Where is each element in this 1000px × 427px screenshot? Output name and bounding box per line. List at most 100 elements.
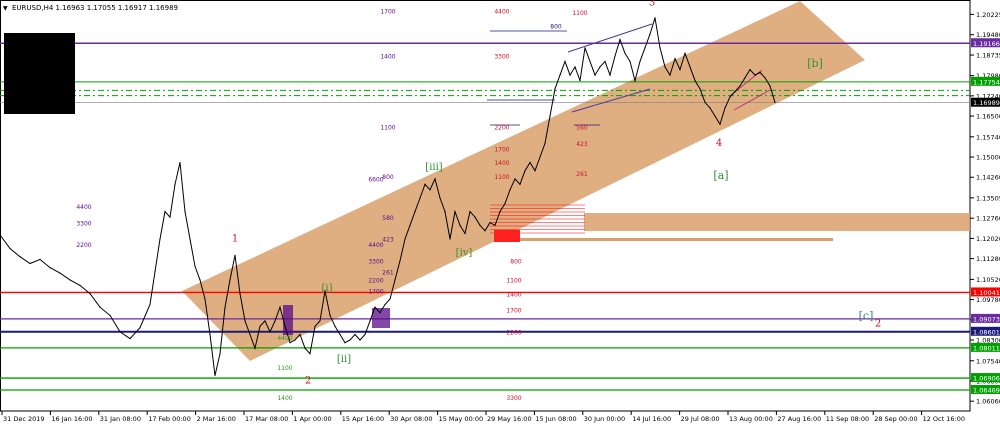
y-tick-label: 1.19480 bbox=[976, 31, 1000, 39]
price-point bbox=[764, 77, 766, 79]
price-point bbox=[314, 325, 316, 327]
fib-label: 1700 bbox=[494, 147, 509, 154]
x-tick-label: 12 Oct 16:00 bbox=[923, 415, 965, 423]
y-tick-label: 1.07540 bbox=[976, 357, 1000, 365]
y-tick-label: 1.10520 bbox=[976, 276, 1000, 284]
price-point bbox=[129, 338, 131, 340]
price-point bbox=[289, 342, 291, 344]
fib-label: 3300 bbox=[506, 395, 521, 402]
wave-label: [ii] bbox=[337, 354, 351, 365]
wave-label: 4 bbox=[716, 138, 722, 149]
black-box bbox=[4, 33, 75, 114]
x-tick-label: 30 Jun 00:00 bbox=[584, 415, 625, 423]
price-point bbox=[409, 224, 411, 226]
price-point bbox=[654, 17, 656, 19]
wave-label: [iii] bbox=[425, 162, 442, 173]
price-point bbox=[544, 142, 546, 144]
x-tick-label: 29 May 16:00 bbox=[487, 415, 532, 423]
y-tick-label: 1.12760 bbox=[976, 215, 1000, 223]
x-tick-label: 11 Sep 08:00 bbox=[826, 415, 869, 423]
price-point bbox=[474, 216, 476, 218]
y-tick-label: 1.15000 bbox=[976, 154, 1000, 162]
price-label: 1.19166 bbox=[973, 40, 1000, 48]
wave-label: 2 bbox=[305, 376, 311, 387]
fib-label: 2200 bbox=[76, 242, 91, 249]
price-point bbox=[209, 333, 211, 336]
price-point bbox=[239, 293, 241, 295]
price-point bbox=[79, 284, 81, 286]
fib-label: 800 bbox=[550, 24, 562, 31]
price-point bbox=[714, 115, 716, 117]
y-tick-label: 1.11280 bbox=[976, 255, 1000, 263]
fib-label: 2200 bbox=[506, 330, 521, 337]
fib-label: 1400 bbox=[506, 291, 521, 298]
price-point bbox=[534, 170, 536, 172]
fib-label: 4400 bbox=[76, 204, 91, 211]
price-point bbox=[559, 74, 561, 76]
price-point bbox=[464, 232, 466, 235]
price-point bbox=[109, 314, 111, 316]
wave-label: 2 bbox=[875, 318, 881, 329]
y-tick-label: 1.09780 bbox=[976, 296, 1000, 304]
price-chart[interactable]: 1700140011008004400 110080033005602200423… bbox=[0, 0, 1000, 427]
price-point bbox=[224, 306, 226, 308]
price-label: 1.10041 bbox=[973, 289, 1000, 297]
fib-label: 1100 bbox=[572, 10, 587, 17]
price-point bbox=[354, 333, 356, 336]
price-point bbox=[344, 342, 346, 344]
price-point bbox=[574, 66, 576, 68]
fib-label: 1700 bbox=[506, 308, 521, 315]
price-point bbox=[419, 197, 421, 199]
price-point bbox=[259, 325, 261, 327]
price-point bbox=[504, 202, 506, 205]
price-point bbox=[469, 211, 471, 213]
price-point bbox=[639, 60, 641, 63]
wave-label: 1 bbox=[232, 234, 238, 245]
fib-label: 1400 bbox=[277, 395, 292, 402]
x-tick-label: 31 Jan 08:00 bbox=[100, 415, 141, 423]
y-tick-label: 1.16500 bbox=[976, 113, 1000, 121]
fib-label: 423 bbox=[576, 141, 588, 148]
price-point bbox=[614, 55, 616, 57]
fib-label: 3300 bbox=[76, 220, 91, 227]
price-point bbox=[59, 272, 61, 274]
x-tick-label: 31 Dec 2019 bbox=[3, 415, 45, 423]
fib-cluster bbox=[283, 305, 293, 335]
price-label: 1.06469 bbox=[973, 386, 1000, 394]
y-tick-label: 1.14260 bbox=[976, 174, 1000, 182]
price-point bbox=[719, 123, 721, 125]
price-point bbox=[669, 74, 671, 76]
price-point bbox=[594, 74, 596, 76]
x-tick-label: 15 Jun 08:00 bbox=[535, 415, 576, 423]
fib-label: 261 bbox=[576, 171, 588, 178]
fib-label: 2200 bbox=[368, 278, 383, 285]
price-point bbox=[254, 347, 256, 349]
y-tick-label: 1.20225 bbox=[976, 11, 1000, 19]
x-tick-label: 30 Apr 08:00 bbox=[390, 415, 432, 423]
price-point bbox=[194, 265, 196, 267]
price-point bbox=[564, 60, 566, 63]
fib-label: 4400 bbox=[494, 9, 509, 16]
price-point bbox=[734, 90, 736, 93]
price-point bbox=[244, 320, 246, 322]
price-point bbox=[279, 306, 281, 308]
wave-label: [i] bbox=[321, 283, 332, 294]
price-point bbox=[489, 222, 491, 224]
x-tick-label: 1 Apr 00:00 bbox=[293, 415, 331, 423]
x-tick-label: 28 Sep 00:00 bbox=[874, 415, 917, 423]
target-zone bbox=[584, 213, 970, 231]
price-point bbox=[599, 66, 601, 68]
wave-label: 3 bbox=[649, 0, 655, 8]
price-point bbox=[359, 339, 361, 341]
price-point bbox=[774, 101, 776, 103]
price-point bbox=[304, 347, 306, 349]
price-point bbox=[29, 262, 31, 265]
price-point bbox=[744, 77, 746, 79]
price-point bbox=[459, 224, 461, 226]
price-point bbox=[569, 74, 571, 76]
price-point bbox=[99, 306, 101, 308]
price-point bbox=[414, 211, 416, 213]
price-point bbox=[284, 325, 286, 327]
price-point bbox=[374, 306, 376, 308]
price-point bbox=[684, 52, 686, 54]
